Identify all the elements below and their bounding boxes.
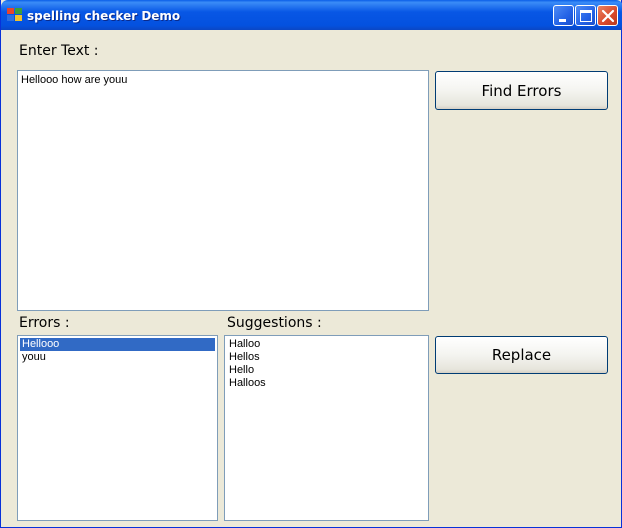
maximize-button[interactable]	[575, 5, 596, 26]
close-icon	[601, 9, 615, 23]
close-button[interactable]	[597, 5, 618, 26]
replace-button[interactable]: Replace	[435, 336, 608, 374]
text-input-value: Hellooo how are youu	[21, 74, 128, 86]
suggestions-listbox[interactable]: Halloo Hellos Hello Halloos	[224, 335, 429, 521]
text-input[interactable]: Hellooo how are youu	[17, 70, 429, 311]
errors-listbox[interactable]: Hellooo youu	[17, 335, 218, 521]
list-item[interactable]: Hellooo	[20, 338, 215, 351]
list-item[interactable]: Halloo	[227, 338, 426, 351]
find-errors-button[interactable]: Find Errors	[435, 71, 608, 110]
list-item[interactable]: Hello	[227, 364, 426, 377]
minimize-button[interactable]	[553, 5, 574, 26]
enter-text-label: Enter Text :	[19, 43, 99, 59]
list-item[interactable]: youu	[20, 351, 215, 364]
main-window: spelling checker Demo Enter Text : Hello…	[0, 0, 622, 528]
title-bar[interactable]: spelling checker Demo	[1, 0, 622, 30]
list-item[interactable]: Halloos	[227, 377, 426, 390]
app-icon[interactable]	[7, 8, 23, 22]
errors-label: Errors :	[19, 315, 70, 331]
minimize-icon	[559, 19, 566, 22]
list-item[interactable]: Hellos	[227, 351, 426, 364]
window-title: spelling checker Demo	[27, 9, 181, 23]
suggestions-label: Suggestions :	[227, 315, 322, 331]
maximize-icon	[580, 10, 592, 22]
